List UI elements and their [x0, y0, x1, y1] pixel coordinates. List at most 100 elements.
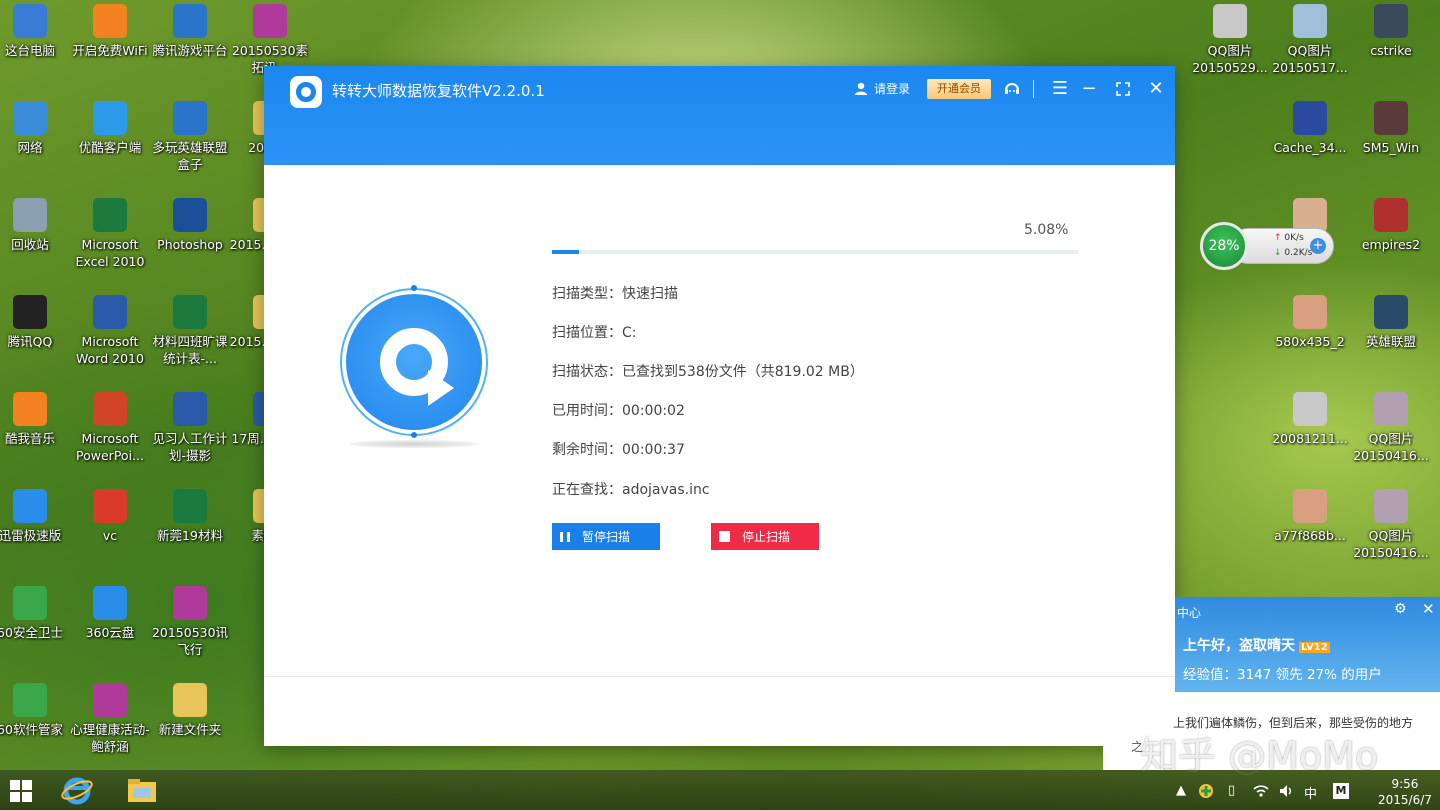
desktop-icon-label: 材料四班旷课统计表-...: [152, 334, 228, 366]
excel-icon: [93, 198, 127, 232]
desktop-icon-label: 迅雷极速版: [0, 528, 62, 543]
desktop-icon-label: cstrike: [1370, 43, 1412, 58]
desktop-icon[interactable]: 580x435_2: [1268, 295, 1352, 350]
upload-speed-value: 0K/s: [1284, 233, 1304, 243]
desktop-icon[interactable]: 60软件管家: [0, 683, 72, 738]
desktop-icon[interactable]: 腾讯游戏平台: [148, 4, 232, 59]
file-explorer-icon[interactable]: [125, 774, 159, 806]
down-arrow-icon: ↓: [1274, 248, 1285, 258]
device-tray-icon[interactable]: ▯: [1228, 783, 1235, 798]
scan-animation: [336, 284, 492, 448]
gear-icon[interactable]: ⚙: [1394, 601, 1407, 617]
desktop-icon[interactable]: 网络: [0, 101, 72, 156]
desktop-icon-label: Cache_34...: [1273, 140, 1347, 155]
kuwo-icon: [13, 392, 47, 426]
desktop-icon[interactable]: QQ图片20150416...: [1349, 489, 1433, 561]
wifi-tray-icon[interactable]: [1253, 783, 1269, 803]
desktop-icon[interactable]: 20081211...: [1268, 392, 1352, 447]
pause-scan-button[interactable]: 暂停扫描: [552, 523, 660, 550]
scan-type: 扫描类型：快速扫描: [552, 286, 678, 302]
scan-status: 扫描状态：已查找到538份文件（共819.02 MB）: [552, 364, 864, 380]
desktop-icon[interactable]: 心理健康活动-鲍舒涵: [68, 683, 152, 755]
stop-icon: [719, 531, 730, 542]
desktop-icon[interactable]: 迅雷极速版: [0, 489, 72, 544]
desktop-icon[interactable]: QQ图片20150517...: [1268, 4, 1352, 76]
desktop-icon-label: vc: [102, 528, 118, 543]
qq-notification[interactable]: 中心 ⚙ ✕ 上午好，盗取晴天 LV12 经验值：3147 领先 27% 的用户: [1175, 597, 1440, 692]
memory-usage-circle[interactable]: 28%: [1200, 222, 1248, 270]
desktop-icon[interactable]: Microsoft PowerPoi...: [68, 392, 152, 464]
image-file-icon: [1293, 101, 1327, 135]
ime-mode-icon[interactable]: M: [1333, 783, 1349, 799]
desktop-icon[interactable]: 开启免费WiFi: [68, 4, 152, 59]
desktop-icon-label: 见习人工作计划-摄影: [152, 431, 228, 463]
desktop-icon[interactable]: 60安全卫士: [0, 586, 72, 641]
network-speed-widget[interactable]: 28% ↑ 0K/s ↓ 0.2K/s +: [1200, 222, 1334, 270]
desktop-icon[interactable]: vc: [68, 489, 152, 544]
desktop-icon[interactable]: 腾讯QQ: [0, 295, 72, 350]
minimize-icon[interactable]: −: [1076, 76, 1102, 102]
network-icon: [13, 101, 47, 135]
desktop-icon[interactable]: empires2: [1349, 198, 1433, 253]
desktop-icon-label: 20081211...: [1272, 431, 1348, 446]
archive-icon: [253, 4, 287, 38]
desktop-icon[interactable]: 多玩英雄联盟盒子: [148, 101, 232, 173]
qq-center-label: 中心: [1177, 606, 1202, 620]
360-tray-icon[interactable]: [1198, 783, 1214, 803]
desktop-icon[interactable]: Photoshop: [148, 198, 232, 253]
desktop-icon[interactable]: Cache_34...: [1268, 101, 1352, 156]
progress-bar: [552, 250, 1078, 254]
image-file-icon: [1293, 295, 1327, 329]
up-arrow-icon: ↑: [1274, 233, 1285, 243]
title-bar[interactable]: 转转大师数据恢复软件V2.2.0.1 请登录 开通会员 ☰ − ✕: [264, 66, 1175, 165]
tray-expand-icon[interactable]: ▲: [1176, 783, 1186, 798]
desktop-icon-label: 360云盘: [85, 625, 135, 640]
desktop-icon[interactable]: 20150530讯飞行: [148, 586, 232, 658]
user-icon: [855, 82, 867, 95]
desktop-icon[interactable]: 新建文件夹: [148, 683, 232, 738]
archive-icon: [173, 586, 207, 620]
desktop-icon-label: 腾讯QQ: [7, 334, 53, 349]
close-icon[interactable]: ✕: [1422, 600, 1435, 618]
menu-icon[interactable]: ☰: [1047, 76, 1073, 102]
desktop-icon[interactable]: Microsoft Excel 2010: [68, 198, 152, 270]
desktop-icon[interactable]: Microsoft Word 2010: [68, 295, 152, 367]
maximize-icon[interactable]: [1110, 76, 1136, 102]
volume-tray-icon[interactable]: [1278, 783, 1294, 803]
desktop-icon[interactable]: QQ图片20150529...: [1188, 4, 1272, 76]
desktop-icon-label: Microsoft PowerPoi...: [76, 431, 144, 463]
qq-greeting: 上午好，盗取晴天 LV12: [1183, 635, 1330, 655]
login-link[interactable]: 请登录: [854, 80, 910, 97]
desktop-icon[interactable]: 回收站: [0, 198, 72, 253]
desktop-icon[interactable]: SM5_Win: [1349, 101, 1433, 156]
desktop-icon[interactable]: 优酷客户端: [68, 101, 152, 156]
close-icon[interactable]: ✕: [1143, 76, 1169, 102]
taskbar: ▲ ▯ 中 M 9:56 2015/6/7: [0, 770, 1440, 810]
desktop-icon[interactable]: 酷我音乐: [0, 392, 72, 447]
clock[interactable]: 9:56 2015/6/7: [1378, 776, 1432, 808]
elapsed-time: 已用时间：00:00:02: [552, 403, 685, 419]
desktop-icon[interactable]: 材料四班旷课统计表-...: [148, 295, 232, 367]
scan-location: 扫描位置：C:: [552, 325, 637, 341]
desktop-icon[interactable]: QQ图片20150416...: [1349, 392, 1433, 464]
desktop-icon-label: a77f868b...: [1274, 528, 1346, 543]
greeting-text: 上午好，盗取晴天: [1183, 638, 1295, 654]
word-icon: [93, 295, 127, 329]
stop-scan-button[interactable]: 停止扫描: [711, 523, 819, 550]
desktop-icon[interactable]: 英雄联盟: [1349, 295, 1433, 350]
desktop-icon-label: 开启免费WiFi: [72, 43, 148, 58]
desktop-icon[interactable]: 见习人工作计划-摄影: [148, 392, 232, 464]
ime-chinese[interactable]: 中: [1304, 783, 1317, 802]
excel-file-icon: [173, 489, 207, 523]
powerpoint-icon: [93, 392, 127, 426]
windows-start-icon[interactable]: [10, 780, 32, 802]
desktop-icon[interactable]: cstrike: [1349, 4, 1433, 59]
vip-button[interactable]: 开通会员: [927, 79, 991, 99]
desktop-icon[interactable]: 新莞19材料: [148, 489, 232, 544]
desktop-icon[interactable]: 这台电脑: [0, 4, 72, 59]
desktop-icon[interactable]: 360云盘: [68, 586, 152, 641]
customer-service-icon[interactable]: [999, 76, 1025, 102]
desktop-icon[interactable]: a77f868b...: [1268, 489, 1352, 544]
accelerate-plus-icon[interactable]: +: [1310, 238, 1326, 254]
internet-explorer-icon[interactable]: [60, 774, 94, 806]
